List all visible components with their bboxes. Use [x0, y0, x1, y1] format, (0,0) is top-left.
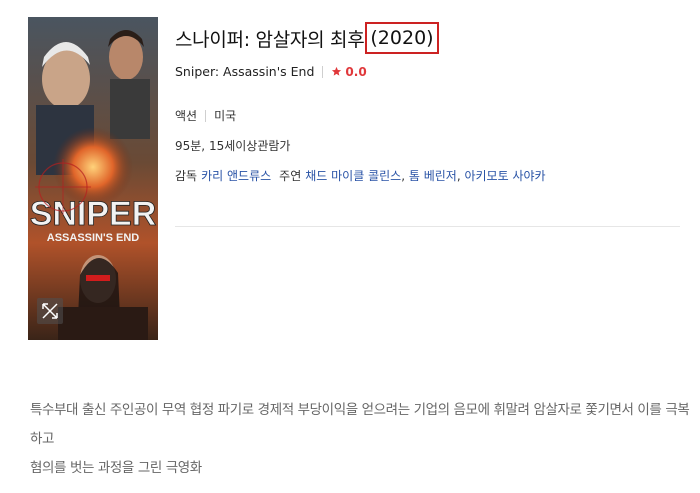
cast-label: 주연	[279, 169, 302, 183]
title-row: 스나이퍼: 암살자의 최후 (2020)	[175, 20, 690, 56]
synopsis: 특수부대 출신 주인공이 무역 협정 파기로 경제적 부당이익을 얻으려는 기업…	[30, 396, 690, 483]
credits-row: 감독 카리 앤드류스 주연 채드 마이클 콜린스, 톰 베린저, 아키모토 사야…	[175, 167, 690, 184]
synopsis-line-2: 혐의를 벗는 과정을 그린 극영화	[30, 460, 202, 476]
divider-bar	[205, 109, 207, 122]
synopsis-line-1: 특수부대 출신 주인공이 무역 협정 파기로 경제적 부당이익을 얻으려는 기업…	[30, 402, 690, 447]
expand-arrows-glyph	[42, 303, 58, 319]
release-year: (2020)	[365, 22, 439, 54]
star-icon	[332, 66, 342, 76]
expand-icon[interactable]	[37, 298, 63, 324]
director-link[interactable]: 카리 앤드류스	[201, 167, 271, 184]
rating-value: 0.0	[345, 64, 367, 79]
director-label: 감독	[175, 169, 198, 183]
country: 미국	[214, 109, 237, 123]
cast-comma: ,	[456, 168, 465, 183]
rating: 0.0	[331, 64, 367, 79]
divider-bar	[322, 65, 324, 78]
movie-info: 스나이퍼: 암살자의 최후 (2020) Sniper: Assassin's …	[175, 20, 690, 184]
cast-comma: ,	[401, 168, 409, 183]
english-title: Sniper: Assassin's End	[175, 64, 315, 79]
movie-title: 스나이퍼: 암살자의 최후	[175, 28, 365, 51]
subtitle-row: Sniper: Assassin's End 0.0	[175, 64, 690, 79]
runtime-age-rating: 95분, 15세이상관람가	[175, 139, 291, 153]
section-divider	[175, 226, 680, 227]
runtime-row: 95분, 15세이상관람가	[175, 137, 690, 154]
cast-link-2[interactable]: 톰 베린저	[409, 167, 457, 184]
genre: 액션	[175, 109, 198, 123]
cast-link-3[interactable]: 아키모토 사야카	[464, 167, 545, 184]
poster-title-main: SNIPER	[30, 195, 157, 233]
movie-poster[interactable]: SNIPER ASSASSIN'S END	[28, 17, 158, 340]
poster-title-sub: ASSASSIN'S END	[47, 232, 140, 244]
genre-row: 액션 미국	[175, 107, 690, 124]
cast-link-1[interactable]: 채드 마이클 콜린스	[305, 167, 401, 184]
poster-art: SNIPER ASSASSIN'S END	[28, 17, 158, 340]
